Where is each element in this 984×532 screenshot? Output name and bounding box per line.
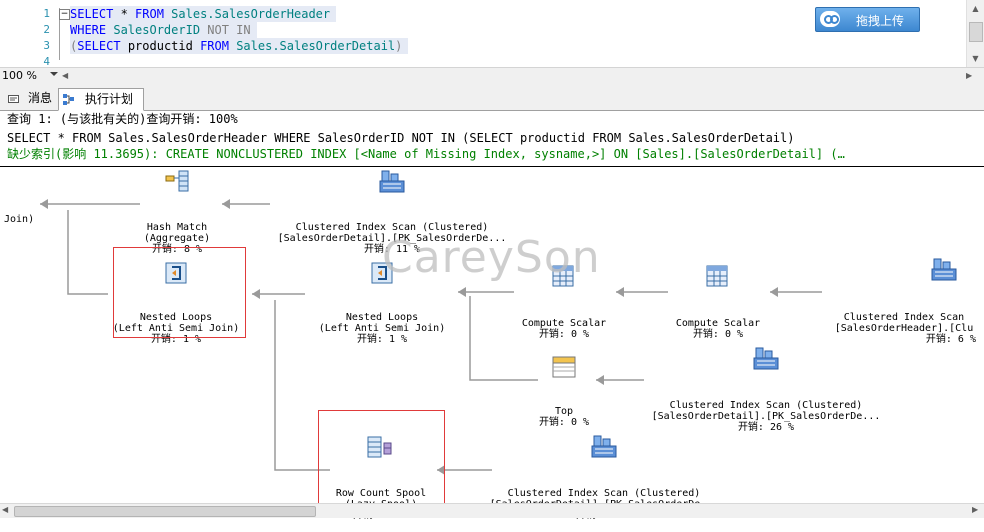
plan-node-nested-loops-2[interactable]: Nested Loops (Left Anti Semi Join) 开销: 1 % xyxy=(312,290,452,356)
node-subtitle: (Left Anti Semi Join) xyxy=(318,323,446,334)
scroll-left-icon[interactable]: ◀ xyxy=(62,69,72,82)
query-cost-line: 查询 1: (与该批有关的)查询开销: 100% xyxy=(7,112,238,126)
line-number: 1 xyxy=(43,7,50,20)
zoom-select[interactable]: 100 % xyxy=(2,68,37,84)
node-title: Compute Scalar xyxy=(675,318,761,329)
tab-label: 执行计划 xyxy=(85,92,134,106)
scroll-right-icon[interactable]: ▶ xyxy=(972,505,978,514)
node-cost: 开销: 26 % xyxy=(737,422,795,433)
node-cost: 开销: 0 % xyxy=(692,329,744,340)
scroll-thumb[interactable] xyxy=(14,506,316,517)
divider xyxy=(0,166,984,167)
node-cost: 开销: 6 % xyxy=(925,334,976,345)
code-line-3: (SELECT productid FROM Sales.SalesOrderD… xyxy=(70,38,409,54)
sql-editor[interactable]: 1 2 3 4 − SELECT * FROM Sales.SalesOrder… xyxy=(0,0,984,68)
highlight-box xyxy=(113,247,246,338)
node-cost: 开销: 0 % xyxy=(538,329,590,340)
line-number-gutter: 1 2 3 4 xyxy=(0,0,58,68)
collapse-toggle[interactable]: − xyxy=(59,9,70,20)
node-title: Clustered Index Scan (Clustered) xyxy=(669,400,863,411)
node-title: Compute Scalar xyxy=(521,318,607,329)
node-title: Clustered Index Scan xyxy=(843,312,965,323)
scroll-left-icon[interactable]: ◀ xyxy=(2,505,8,514)
plan-node-compute-scalar-2[interactable]: Compute Scalar 开销: 0 % xyxy=(664,296,772,351)
node-cost: 开销: 0 % xyxy=(538,417,590,428)
code-line-1: SELECT * FROM Sales.SalesOrderHeader xyxy=(70,6,337,22)
plan-node-ci-scan-3[interactable]: Clustered Index Scan (Clustered)[SalesOr… xyxy=(484,466,724,532)
upload-label: 拖拽上传 xyxy=(856,14,905,28)
query-sql-line: SELECT * FROM Sales.SalesOrderHeader WHE… xyxy=(7,131,795,145)
node-title: Hash Match xyxy=(146,222,208,233)
scroll-up-icon[interactable]: ▲ xyxy=(967,2,984,16)
clustered-index-scan-icon xyxy=(379,170,405,193)
node-subtitle: [SalesOrderHeader].[Clu xyxy=(834,323,974,334)
line-number: 3 xyxy=(43,39,50,52)
compute-scalar-icon xyxy=(706,265,728,287)
scroll-down-icon[interactable]: ▼ xyxy=(967,52,984,66)
zoom-bar: 100 % ◀ ▶ xyxy=(0,67,984,84)
cloud-icon xyxy=(820,11,840,27)
chevron-down-icon[interactable] xyxy=(50,72,58,76)
code-line-2: WHERE SalesOrderID NOT IN xyxy=(70,22,257,38)
execution-plan-icon xyxy=(63,94,74,105)
tab-execution-plan[interactable]: 执行计划 xyxy=(58,88,144,111)
plan-node-ci-scan-2[interactable]: Clustered Index Scan (Clustered) [SalesOr… xyxy=(646,378,886,444)
node-title: Clustered Index Scan (Clustered) xyxy=(507,488,701,499)
join-label-fragment: Join) xyxy=(4,214,35,225)
top-icon xyxy=(552,356,576,378)
plan-node-compute-scalar-1[interactable]: Compute Scalar 开销: 0 % xyxy=(510,296,618,351)
node-title: Top xyxy=(554,406,574,417)
watermark: CareySon xyxy=(382,232,601,283)
plan-node-top[interactable]: Top 开销: 0 % xyxy=(520,384,608,439)
missing-index-line[interactable]: 缺少索引(影响 11.3695): CREATE NONCLUSTERED IN… xyxy=(7,147,982,161)
node-subtitle: (Aggregate) xyxy=(143,233,211,244)
vertical-scrollbar[interactable]: ▲ ▼ xyxy=(966,0,984,67)
messages-icon xyxy=(8,95,19,103)
node-subtitle: [SalesOrderDetail].[PK_SalesOrderDe... xyxy=(651,411,881,422)
drag-upload-button[interactable]: 拖拽上传 xyxy=(815,7,920,32)
tab-label: 消息 xyxy=(28,91,53,105)
clustered-index-scan-icon xyxy=(931,258,957,281)
node-cost: 开销: 1 % xyxy=(356,334,408,345)
results-tab-bar: 消息 执行计划 xyxy=(0,84,984,111)
node-title: Nested Loops xyxy=(345,312,419,323)
line-number: 2 xyxy=(43,23,50,36)
scroll-right-icon[interactable]: ▶ xyxy=(966,69,976,82)
scroll-thumb[interactable] xyxy=(969,22,983,42)
hash-match-icon xyxy=(165,170,189,192)
plan-node-ci-scan-header[interactable]: Clustered Index Scan [SalesOrderHeader].[… xyxy=(826,290,982,356)
plan-horizontal-scrollbar[interactable]: ◀ ▶ xyxy=(0,503,984,518)
tab-messages[interactable]: 消息 xyxy=(4,88,54,109)
highlight-box xyxy=(318,410,445,506)
